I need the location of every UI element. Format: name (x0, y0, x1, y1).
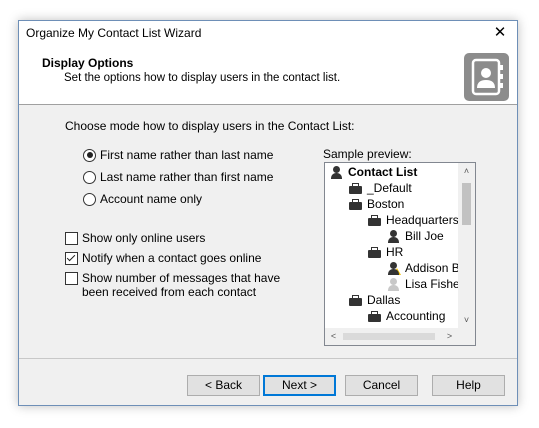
checkbox-label: Show only online users (82, 231, 206, 245)
person-icon (387, 229, 400, 243)
page-subtitle: Set the options how to display users in … (64, 72, 341, 84)
tree-node-label: Lisa Fisher (405, 277, 458, 291)
horizontal-scroll-thumb[interactable] (343, 333, 435, 340)
checkbox-message-count[interactable]: Show number of messages that have been r… (65, 271, 297, 299)
sample-preview-tree[interactable]: Contact List _Default Boston Headquarter… (324, 162, 476, 346)
tree-node-label: Boston (367, 197, 405, 211)
radio-indicator[interactable] (83, 170, 96, 184)
tree-node-dallas[interactable]: Dallas (349, 292, 400, 308)
window-title: Organize My Contact List Wizard (26, 26, 202, 40)
scrollbar-corner (458, 328, 475, 345)
tree-node-lisa-fisher[interactable]: Lisa Fisher (387, 276, 458, 292)
contact-book-icon (464, 53, 509, 101)
radio-last-name[interactable]: Last name rather than first name (83, 170, 273, 184)
scroll-right-arrow-icon[interactable]: > (441, 328, 458, 345)
tree-node-addison[interactable]: Addison Ba (387, 260, 458, 276)
tree-node-label: Bill Joe (405, 229, 444, 243)
display-mode-prompt: Choose mode how to display users in the … (65, 119, 355, 133)
warning-badge-icon (393, 267, 401, 275)
tree-node-label: Dallas (367, 293, 401, 307)
checkbox-online-only[interactable]: Show only online users (65, 231, 297, 245)
back-button[interactable]: < Back (187, 375, 260, 396)
tree-node-bill-joe[interactable]: Bill Joe (387, 228, 444, 244)
sample-preview-label: Sample preview: (323, 147, 412, 161)
wizard-header: Display Options Set the options how to d… (19, 46, 517, 105)
vertical-scrollbar[interactable]: ˄ ˅ (458, 163, 475, 328)
radio-label: Account name only (100, 192, 203, 206)
tree-node-hr[interactable]: HR (368, 244, 403, 260)
tree-node-headquarters[interactable]: Headquarters (368, 212, 458, 228)
person-icon (330, 165, 343, 179)
checkbox-indicator[interactable] (65, 232, 78, 245)
radio-indicator[interactable] (83, 192, 96, 206)
next-button[interactable]: Next > (263, 375, 336, 396)
wizard-window: Organize My Contact List Wizard ✕ Displa… (18, 20, 518, 406)
tree-node-contact-list[interactable]: Contact List (330, 164, 417, 180)
radio-label: First name rather than last name (100, 148, 274, 162)
page-title: Display Options (42, 56, 134, 70)
tree-node-label: Addison Ba (405, 261, 458, 275)
briefcase-icon (368, 310, 381, 323)
wizard-content: Choose mode how to display users in the … (19, 105, 517, 358)
checkbox-indicator[interactable] (65, 272, 78, 285)
briefcase-icon (349, 198, 362, 211)
checkbox-notify-online[interactable]: Notify when a contact goes online (65, 251, 297, 265)
scroll-down-arrow-icon[interactable]: ˅ (458, 312, 475, 328)
close-button[interactable]: ✕ (483, 21, 517, 46)
briefcase-icon (349, 294, 362, 307)
vertical-scroll-thumb[interactable] (462, 183, 471, 225)
checkbox-label: Show number of messages that have been r… (82, 271, 281, 299)
tree-node-label: HR (386, 245, 404, 259)
radio-first-name[interactable]: First name rather than last name (83, 148, 273, 162)
radio-indicator-selected[interactable] (83, 148, 96, 162)
radio-account-name[interactable]: Account name only (83, 192, 202, 206)
checkbox-indicator-checked[interactable] (65, 252, 78, 265)
title-bar: Organize My Contact List Wizard ✕ (19, 21, 517, 46)
cancel-button[interactable]: Cancel (345, 375, 418, 396)
briefcase-icon (368, 214, 381, 227)
tree-node-label: _Default (367, 181, 412, 195)
scroll-left-arrow-icon[interactable]: < (325, 328, 342, 345)
tree-rows: Contact List _Default Boston Headquarter… (325, 163, 458, 328)
tree-node-accounting[interactable]: Accounting (368, 308, 445, 324)
tree-node-label: Accounting (386, 309, 446, 323)
person-offline-icon (387, 277, 400, 291)
scroll-up-arrow-icon[interactable]: ˄ (458, 163, 475, 179)
tree-node-default[interactable]: _Default (349, 180, 412, 196)
wizard-footer: < Back Next > Cancel Help (19, 358, 517, 405)
person-away-icon (387, 261, 401, 275)
horizontal-scrollbar[interactable]: < > (325, 328, 458, 345)
tree-node-label: Contact List (348, 165, 418, 179)
briefcase-icon (368, 246, 381, 259)
tree-node-boston[interactable]: Boston (349, 196, 404, 212)
help-button[interactable]: Help (432, 375, 505, 396)
radio-label: Last name rather than first name (100, 170, 274, 184)
briefcase-icon (349, 182, 362, 195)
tree-node-label: Headquarters (386, 213, 458, 227)
checkbox-label: Notify when a contact goes online (82, 251, 262, 265)
